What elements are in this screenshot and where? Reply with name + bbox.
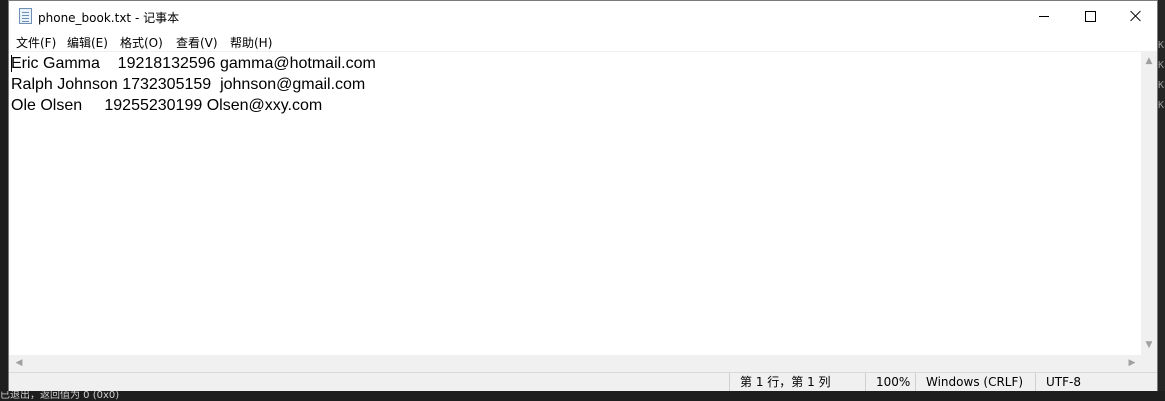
menu-help[interactable]: 帮助(H): [230, 34, 272, 51]
background-text: KE: [1158, 100, 1165, 111]
background-text: KE: [1158, 80, 1165, 91]
title-bar[interactable]: phone_book.txt - 记事本: [9, 1, 1157, 31]
status-zoom: 100%: [865, 373, 915, 391]
status-encoding: UTF-8: [1035, 373, 1158, 391]
window-title: phone_book.txt - 记事本: [38, 11, 180, 25]
text-line: Eric Gamma 19218132596 gamma@hotmail.com: [11, 55, 376, 72]
close-icon: [1130, 10, 1142, 22]
status-cursor-position: 第 1 行，第 1 列: [729, 373, 865, 391]
background-right-edge: KE KE KE KE: [1158, 0, 1165, 401]
menu-format[interactable]: 格式(O): [120, 34, 163, 51]
background-text: KE: [1158, 60, 1165, 71]
background-text: KE: [1158, 40, 1165, 51]
status-bar: 第 1 行，第 1 列 100% Windows (CRLF) UTF-8: [9, 372, 1157, 391]
vertical-scrollbar[interactable]: ▲ ▼: [1141, 51, 1157, 355]
background-left-edge: [0, 0, 8, 401]
notepad-window: phone_book.txt - 记事本 文件(F) 编辑(E) 格式(O) 查…: [8, 0, 1158, 391]
menu-view[interactable]: 查看(V): [176, 34, 218, 51]
maximize-button[interactable]: [1067, 1, 1113, 31]
menu-bar: 文件(F) 编辑(E) 格式(O) 查看(V) 帮助(H): [9, 31, 1157, 51]
minimize-icon: [1039, 16, 1049, 17]
scroll-up-icon[interactable]: ▲: [1141, 53, 1157, 69]
text-line: Ole Olsen 19255230199 Olsen@xxy.com: [11, 97, 323, 114]
close-button[interactable]: [1113, 1, 1159, 31]
maximize-icon: [1084, 10, 1096, 22]
scroll-right-icon[interactable]: ▶: [1124, 355, 1140, 371]
menu-edit[interactable]: 编辑(E): [67, 34, 108, 51]
scrollbar-corner: [1141, 355, 1157, 372]
minimize-button[interactable]: [1021, 1, 1067, 31]
text-line: Ralph Johnson 1732305159 johnson@gmail.c…: [11, 76, 366, 93]
menu-file[interactable]: 文件(F): [16, 34, 56, 51]
background-console-text: 已退出，返回值为 0 (0x0): [0, 391, 1165, 401]
text-editor[interactable]: Eric Gamma 19218132596 gamma@hotmail.com…: [9, 51, 1141, 355]
scroll-left-icon[interactable]: ◀: [11, 355, 27, 371]
notepad-file-icon: [19, 8, 32, 24]
horizontal-scrollbar[interactable]: ◀ ▶: [9, 355, 1141, 372]
scroll-down-icon[interactable]: ▼: [1141, 337, 1157, 353]
status-line-endings: Windows (CRLF): [915, 373, 1035, 391]
